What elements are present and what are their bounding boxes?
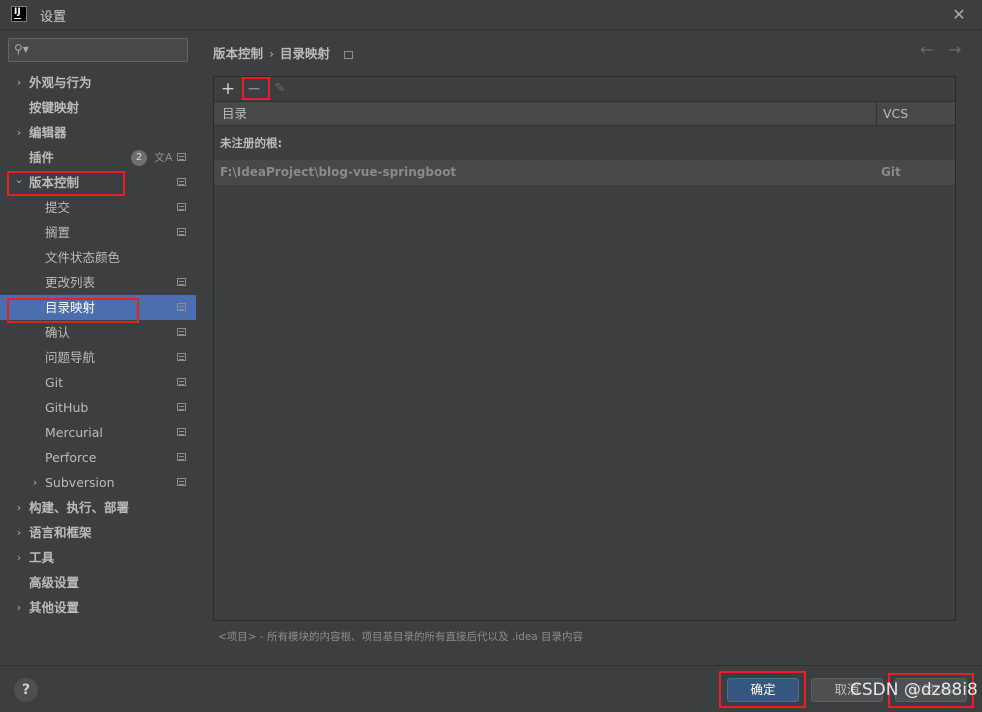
sidebar-item-label: 工具 bbox=[29, 550, 55, 565]
sidebar-item-label: 构建、执行、部署 bbox=[29, 500, 130, 515]
chevron-right-icon[interactable]: › bbox=[29, 470, 41, 495]
sidebar-item[interactable]: › Subversion bbox=[0, 470, 196, 495]
project-settings-icon bbox=[177, 328, 186, 336]
sidebar-item[interactable]: 更改列表 bbox=[0, 270, 196, 295]
sidebar-item[interactable]: Mercurial bbox=[0, 420, 196, 445]
breadcrumb-separator: › bbox=[269, 46, 275, 61]
sidebar-item-label: Git bbox=[45, 375, 64, 390]
sidebar-item-label: Subversion bbox=[45, 475, 115, 490]
project-settings-icon bbox=[344, 51, 354, 59]
search-icon: ⚲▾ bbox=[14, 42, 29, 56]
update-count-badge: 2 bbox=[131, 150, 147, 166]
sidebar-item[interactable]: 插件 2 文A bbox=[0, 145, 196, 170]
sidebar-item-label: 插件 bbox=[29, 150, 55, 165]
table-row[interactable]: F:\IdeaProject\blog-vue-springboot Git bbox=[214, 160, 955, 185]
sidebar-item[interactable]: › 其他设置 bbox=[0, 595, 196, 620]
project-settings-icon bbox=[177, 303, 186, 311]
watermark: CSDN @dz88i8 bbox=[850, 680, 978, 700]
project-settings-icon bbox=[177, 378, 186, 386]
sidebar-item[interactable]: 搁置 bbox=[0, 220, 196, 245]
project-settings-icon bbox=[177, 428, 186, 436]
mapping-toolbar: + − ✎ bbox=[214, 77, 955, 102]
sidebar-item-label: 问题导航 bbox=[45, 350, 96, 365]
sidebar-item[interactable]: 按键映射 bbox=[0, 95, 196, 120]
sidebar-item-label: 高级设置 bbox=[29, 575, 80, 590]
column-header-directory[interactable]: 目录 bbox=[222, 102, 247, 126]
title-bar: IJ 设置 ✕ bbox=[0, 0, 982, 30]
chevron-right-icon[interactable]: › bbox=[13, 70, 25, 95]
hint-text: <项目> - 所有模块的内容根、项目基目录的所有直接后代以及 .idea 目录内… bbox=[218, 631, 584, 643]
project-settings-icon bbox=[177, 178, 186, 186]
chevron-down-icon[interactable]: ⌄ bbox=[13, 167, 25, 192]
sidebar-item-label: 搁置 bbox=[45, 225, 71, 240]
close-button[interactable]: ✕ bbox=[948, 4, 970, 26]
chevron-right-icon[interactable]: › bbox=[13, 520, 25, 545]
sidebar-item[interactable]: 目录映射 bbox=[0, 295, 196, 320]
project-settings-icon bbox=[177, 203, 186, 211]
sidebar-item-label: 目录映射 bbox=[45, 300, 96, 315]
sidebar-item-label: 文件状态颜色 bbox=[45, 250, 121, 265]
project-settings-icon bbox=[177, 353, 186, 361]
sidebar-item-label: GitHub bbox=[45, 400, 89, 415]
sidebar-item[interactable]: ⌄ 版本控制 bbox=[0, 170, 196, 195]
sidebar-item-label: 编辑器 bbox=[29, 125, 67, 140]
sidebar-item-label: 按键映射 bbox=[29, 100, 80, 115]
search-input[interactable]: ⚲▾ bbox=[8, 38, 188, 62]
chevron-right-icon[interactable]: › bbox=[13, 545, 25, 570]
sidebar-item-label: Mercurial bbox=[45, 425, 103, 440]
row-directory: F:\IdeaProject\blog-vue-springboot bbox=[220, 165, 457, 179]
sidebar-item[interactable]: Git bbox=[0, 370, 196, 395]
app-logo-icon: IJ bbox=[11, 6, 27, 22]
sidebar-item[interactable]: 确认 bbox=[0, 320, 196, 345]
sidebar-item[interactable]: Perforce bbox=[0, 445, 196, 470]
column-header-vcs[interactable]: VCS bbox=[876, 102, 955, 126]
sidebar-item[interactable]: › 语言和框架 bbox=[0, 520, 196, 545]
sidebar-item-label: 外观与行为 bbox=[29, 75, 92, 90]
project-settings-icon bbox=[177, 478, 186, 486]
sidebar-item[interactable]: 高级设置 bbox=[0, 570, 196, 595]
dialog-footer: ? 确定 取消 应用(A) bbox=[0, 665, 982, 712]
sidebar-item-label: 确认 bbox=[45, 325, 71, 340]
chevron-right-icon[interactable]: › bbox=[13, 495, 25, 520]
sidebar-item-label: Perforce bbox=[45, 450, 97, 465]
sidebar-item-label: 其他设置 bbox=[29, 600, 80, 615]
project-settings-icon bbox=[177, 403, 186, 411]
sidebar-item-label: 语言和框架 bbox=[29, 525, 92, 540]
sidebar-item[interactable]: › 构建、执行、部署 bbox=[0, 495, 196, 520]
sidebar-item[interactable]: 文件状态颜色 bbox=[0, 245, 196, 270]
unregistered-roots-label: 未注册的根: bbox=[220, 136, 283, 150]
sidebar-item[interactable]: › 外观与行为 bbox=[0, 70, 196, 95]
sidebar-item[interactable]: › 编辑器 bbox=[0, 120, 196, 145]
breadcrumb-parent[interactable]: 版本控制 bbox=[213, 46, 263, 61]
chevron-right-icon[interactable]: › bbox=[13, 120, 25, 145]
edit-mapping-button[interactable]: ✎ bbox=[271, 79, 289, 99]
help-button[interactable]: ? bbox=[14, 678, 38, 702]
row-vcs: Git bbox=[881, 165, 901, 179]
main-content: 版本控制 › 目录映射 ← → + − ✎ 目录 VCS 未注册的根: F:\Ide… bbox=[196, 30, 982, 665]
settings-sidebar: ⚲▾ › 外观与行为按键映射 › 编辑器插件 2 文A ⌄ 版本控制提交搁置文件状态颜色 更改列… bbox=[0, 30, 196, 665]
remove-mapping-button[interactable]: − bbox=[245, 79, 263, 99]
chevron-right-icon[interactable]: › bbox=[13, 595, 25, 620]
sidebar-item[interactable]: GitHub bbox=[0, 395, 196, 420]
sidebar-item[interactable]: 提交 bbox=[0, 195, 196, 220]
project-settings-icon bbox=[177, 453, 186, 461]
project-settings-icon bbox=[177, 153, 186, 161]
sidebar-item[interactable]: 问题导航 bbox=[0, 345, 196, 370]
project-settings-icon bbox=[177, 228, 186, 236]
project-settings-icon bbox=[177, 278, 186, 286]
sidebar-item-label: 提交 bbox=[45, 200, 71, 215]
window-title: 设置 bbox=[40, 10, 67, 25]
breadcrumb: 版本控制 › 目录映射 bbox=[213, 43, 354, 62]
back-arrow-icon[interactable]: ← bbox=[920, 40, 933, 59]
translate-icon: 文A bbox=[154, 151, 173, 164]
breadcrumb-current: 目录映射 bbox=[280, 46, 331, 61]
sidebar-item-label: 版本控制 bbox=[29, 175, 80, 190]
mapping-panel: + − ✎ 目录 VCS 未注册的根: F:\IdeaProject\blog-… bbox=[213, 76, 956, 621]
ok-button[interactable]: 确定 bbox=[727, 678, 799, 702]
add-mapping-button[interactable]: + bbox=[219, 79, 237, 99]
sidebar-item-label: 更改列表 bbox=[45, 275, 96, 290]
sidebar-item[interactable]: › 工具 bbox=[0, 545, 196, 570]
forward-arrow-icon[interactable]: → bbox=[948, 40, 961, 59]
table-header: 目录 VCS bbox=[214, 102, 955, 126]
